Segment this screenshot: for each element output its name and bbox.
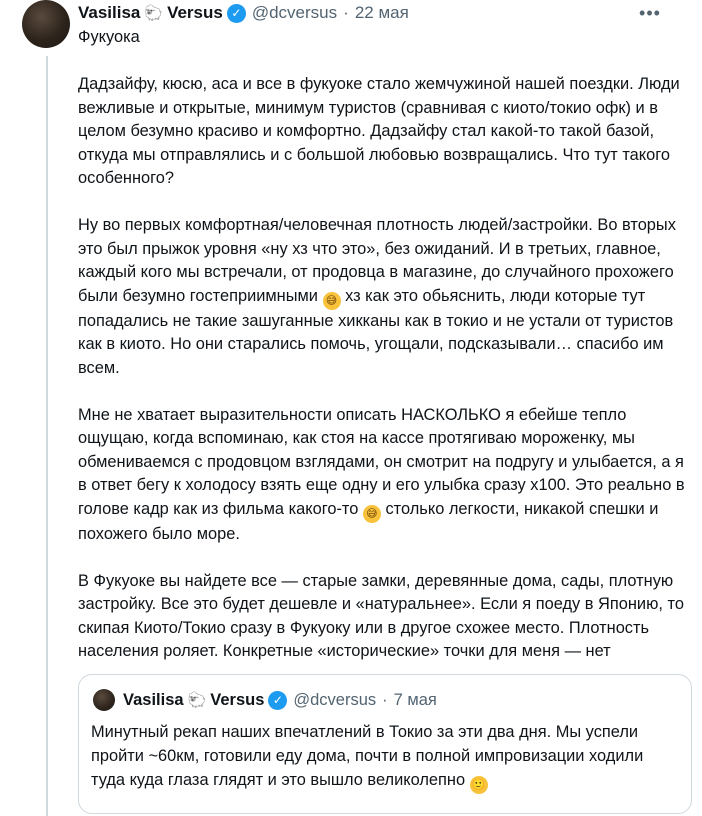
sheep-emoji-icon: 🐑 bbox=[187, 692, 207, 709]
tweet-paragraph: Дадзайфу, кюсю, аса и все в фукуоке стал… bbox=[78, 75, 680, 187]
quoted-handle: @dcversus bbox=[293, 690, 377, 709]
verified-badge-icon: ✓ bbox=[226, 3, 246, 23]
quoted-text: Минутный рекап наших впечатлений в Токио… bbox=[91, 720, 681, 794]
author-handle[interactable]: @dcversus bbox=[252, 3, 337, 23]
thread-line bbox=[46, 56, 48, 816]
quoted-text-body: Минутный рекап наших впечатлений в Токио… bbox=[91, 723, 644, 789]
avatar[interactable] bbox=[22, 0, 70, 48]
sweat-smile-emoji-icon: 😅 bbox=[322, 291, 341, 310]
smile-emoji-icon: 🙂 bbox=[469, 776, 488, 794]
quoted-tweet[interactable]: Vasilisa 🐑 Versus ✓ @dcversus · 7 мая Ми… bbox=[78, 674, 692, 814]
more-options-icon[interactable]: ••• bbox=[638, 2, 662, 24]
sheep-emoji-icon: 🐑 bbox=[144, 5, 164, 22]
quoted-date: 7 мая bbox=[393, 690, 437, 709]
verified-badge-icon: ✓ bbox=[268, 690, 288, 710]
quoted-avatar bbox=[93, 689, 115, 711]
tweet-date[interactable]: 22 мая bbox=[355, 3, 409, 23]
tweet-header: Vasilisa 🐑 Versus ✓ @dcversus · 22 мая bbox=[78, 0, 409, 26]
separator-dot: · bbox=[382, 690, 388, 709]
quoted-author-suffix: Versus bbox=[210, 690, 265, 709]
tweet-paragraph: Ну во первых комфортная/человечная плотн… bbox=[78, 214, 690, 380]
quoted-author-name: Vasilisa bbox=[123, 690, 184, 709]
tweet-body: Фукуока Дадзайфу, кюсю, аса и все в фуку… bbox=[78, 26, 690, 687]
tweet-title: Фукуока bbox=[78, 28, 140, 46]
tweet-paragraph: Мне не хватает выразительности описать Н… bbox=[78, 404, 690, 547]
tweet-paragraph: В Фукуоке вы найдете все — старые замки,… bbox=[78, 571, 684, 661]
sweat-smile-emoji-icon: 😅 bbox=[362, 504, 381, 523]
author-name-suffix[interactable]: Versus bbox=[167, 3, 223, 23]
author-name[interactable]: Vasilisa bbox=[78, 3, 140, 23]
quoted-header: Vasilisa 🐑 Versus ✓ @dcversus · 7 мая bbox=[123, 688, 437, 712]
separator-dot: · bbox=[343, 3, 349, 22]
